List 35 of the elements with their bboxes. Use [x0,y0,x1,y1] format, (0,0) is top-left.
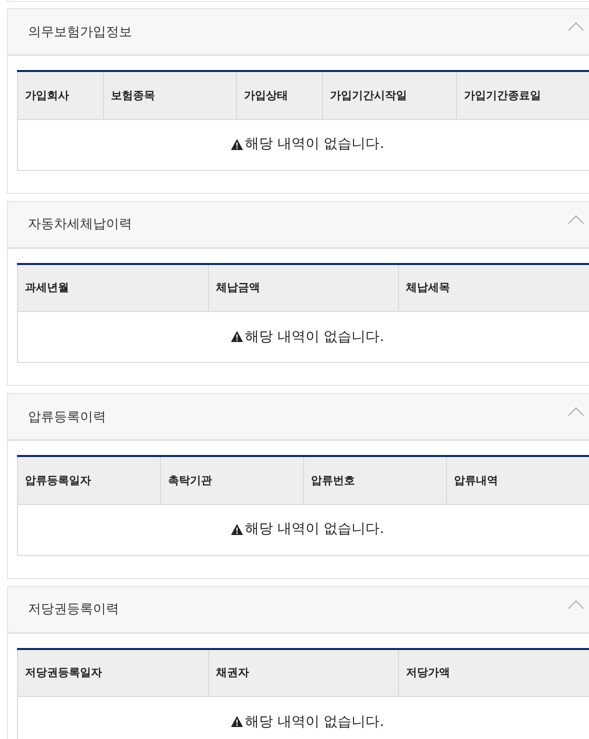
column-header: 압류내역 [446,456,589,504]
column-header: 보험종목 [104,71,236,119]
column-header: 압류번호 [304,456,446,504]
empty-message: 해당 내역이 없습니다. [244,520,384,538]
section-header[interactable]: 자동차세체납이력 [8,202,589,248]
warning-icon [230,716,243,728]
column-header: 가입기간종료일 [456,71,589,119]
column-header: 촉탁기관 [160,456,304,504]
empty-message: 해당 내역이 없습니다. [244,712,384,731]
chevron-up-icon[interactable] [568,214,584,224]
warning-icon [230,524,243,535]
column-header: 채권자 [208,648,398,696]
section-title: 의무보험가입정보 [28,24,132,40]
column-header: 압류등록일자 [18,456,160,504]
section-title: 자동차세체납이력 [28,216,132,233]
section-header[interactable]: 압류등록이력 [8,394,589,441]
column-header: 과세년월 [18,264,208,312]
chevron-up-icon[interactable] [568,407,584,416]
section-title: 저당권등록이력 [28,601,119,618]
column-header: 저당가액 [398,648,589,696]
section-header[interactable]: 저당권등록이력 [8,586,589,634]
column-header: 체납금액 [208,264,398,312]
column-header: 가입기간시작일 [322,71,456,119]
section-header[interactable]: 의무보험가입정보 [8,9,589,56]
empty-message: 해당 내역이 없습니다. [244,328,384,346]
column-header: 가입회사 [18,71,104,119]
section-title: 압류등록이력 [28,408,106,426]
warning-icon [230,138,243,150]
warning-icon [230,331,243,342]
chevron-up-icon[interactable] [568,22,584,31]
empty-message: 해당 내역이 없습니다. [244,135,384,154]
column-header: 체납세목 [398,264,589,312]
column-header: 저당권등록일자 [18,648,208,696]
column-header: 가입상태 [236,71,322,119]
chevron-up-icon[interactable] [568,600,584,608]
